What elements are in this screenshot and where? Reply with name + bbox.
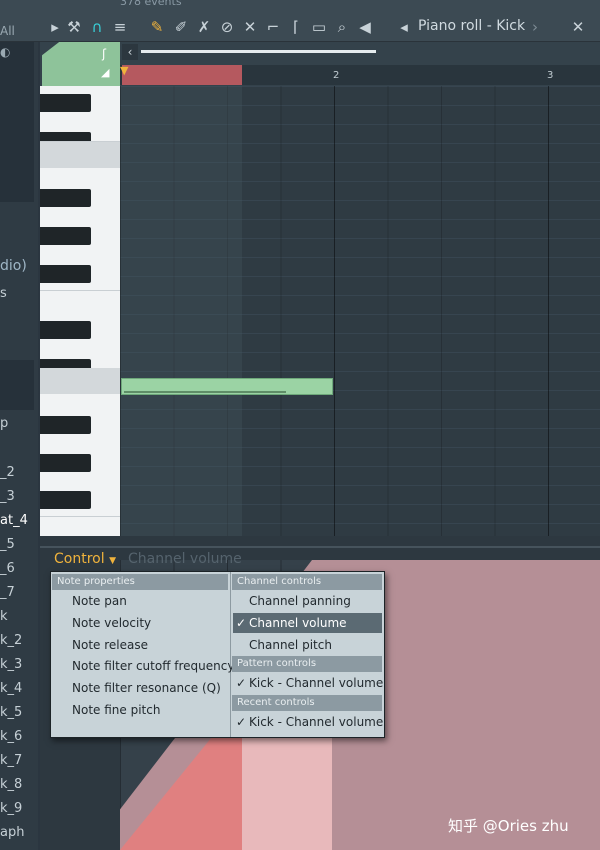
channel-list-item[interactable]: k_4 — [0, 681, 22, 696]
ruler-bar-number: 3 — [547, 70, 554, 81]
channel-list-item[interactable]: aph — [0, 825, 24, 840]
pencil-icon[interactable]: ✎ — [147, 17, 167, 37]
channel-list-item[interactable]: _7 — [0, 585, 15, 600]
playback-speaker-icon[interactable]: ◀ — [355, 17, 375, 37]
channel-list-item[interactable]: k_9 — [0, 801, 22, 816]
pattern-arrows-icon[interactable]: ◂ — [394, 17, 414, 37]
menu-item-label: Kick - Channel volume — [249, 676, 384, 690]
menu-item-label: Kick - Channel volume — [249, 715, 384, 729]
playhead-marker-icon[interactable]: ▼ — [120, 64, 128, 77]
black-key[interactable] — [40, 416, 91, 434]
menu-item-note-pan[interactable]: Note pan — [72, 591, 127, 611]
channel-list-item[interactable]: _6 — [0, 561, 15, 576]
channel-panel — [0, 42, 34, 202]
current-control-label: Channel volume — [128, 551, 242, 567]
channel-list-item[interactable]: k_2 — [0, 633, 22, 648]
channel-list-item[interactable]: at_4 — [0, 513, 28, 528]
checkmark-icon: ✓ — [235, 616, 247, 630]
black-key[interactable] — [40, 94, 91, 112]
select-tool-icon[interactable]: ⌈ — [286, 17, 306, 37]
menu-circle-icon[interactable]: ≡ — [110, 17, 130, 37]
channel-list-item[interactable]: p — [0, 416, 8, 431]
menu-item-channel-panning[interactable]: Channel panning — [233, 591, 382, 611]
watermark: 知乎 @Ories zhu — [448, 817, 569, 835]
menu-item-note-velocity[interactable]: Note velocity — [72, 613, 151, 633]
loop-shade — [120, 86, 242, 536]
resize-corner-icon: ◢ — [101, 66, 110, 79]
menu-item-note-filter-cutoff[interactable]: Note filter cutoff frequency — [72, 656, 234, 676]
zoom-tool-icon[interactable]: ▭ — [309, 17, 329, 37]
checkmark-icon: ✓ — [235, 715, 247, 729]
menu-item-label: Channel panning — [249, 594, 351, 608]
stamp-icon[interactable]: ʃ — [102, 47, 106, 61]
highlighted-key[interactable] — [40, 368, 120, 394]
scroll-left-icon[interactable]: ‹ — [122, 44, 138, 60]
channel-list-item[interactable]: _3 — [0, 489, 15, 504]
note-properties-tab[interactable] — [42, 42, 120, 86]
menu-item-channel-pitch[interactable]: Channel pitch — [233, 635, 382, 655]
channel-list-item[interactable]: k_7 — [0, 753, 22, 768]
piano-roll-title[interactable]: Piano roll - Kick — [418, 18, 525, 34]
black-key[interactable] — [40, 189, 91, 207]
black-key[interactable] — [40, 227, 91, 245]
channel-list-item[interactable]: _5 — [0, 537, 15, 552]
black-key[interactable] — [40, 491, 91, 509]
menu-item-label: Channel pitch — [249, 638, 332, 652]
play-arrow-icon[interactable]: ▸ — [45, 17, 65, 37]
menu-section-header: Recent controls — [232, 695, 382, 711]
control-dropdown[interactable]: Control ▼ — [54, 551, 116, 567]
piano-keyboard[interactable] — [40, 86, 122, 536]
menu-item-channel-volume[interactable]: ✓ Channel volume — [233, 613, 382, 633]
slice-tool-icon[interactable]: ⌐ — [263, 17, 283, 37]
note-velocity-line — [124, 391, 286, 393]
menu-item-note-release[interactable]: Note release — [72, 635, 148, 655]
mute-speaker-icon[interactable]: ✕ — [240, 17, 260, 37]
channel-icon: ◐ — [0, 45, 11, 59]
channel-list-item[interactable]: k_6 — [0, 729, 22, 744]
menu-section-header: Note properties — [52, 574, 228, 590]
menu-section-header: Pattern controls — [232, 656, 382, 672]
black-key[interactable] — [40, 454, 91, 472]
all-filter-label[interactable]: All — [0, 24, 15, 38]
channel-panel — [0, 360, 34, 410]
menu-item-note-fine-pitch[interactable]: Note fine pitch — [72, 700, 160, 720]
channel-list-item[interactable]: dio) — [0, 258, 27, 274]
delete-tool-icon[interactable]: ✗ — [194, 17, 214, 37]
horizontal-scrollbar[interactable] — [141, 50, 376, 53]
magnifier-icon[interactable]: ⌕ — [332, 17, 352, 37]
control-dropdown-label: Control — [54, 551, 105, 567]
magnet-icon[interactable]: ∩ — [87, 17, 107, 37]
paint-brush-icon[interactable]: ✐ — [171, 17, 191, 37]
wrench-icon[interactable]: ⚒ — [64, 17, 84, 37]
black-key[interactable] — [40, 265, 91, 283]
channel-list-item[interactable]: s — [0, 286, 7, 301]
channel-list-item[interactable]: k_3 — [0, 657, 22, 672]
lane-divider[interactable] — [40, 546, 600, 548]
menu-item-note-filter-resonance[interactable]: Note filter resonance (Q) — [72, 678, 221, 698]
channel-list-item[interactable]: k_8 — [0, 777, 22, 792]
channel-list-item[interactable]: k — [0, 609, 8, 624]
menu-item-label: Channel volume — [249, 616, 347, 630]
highlighted-key[interactable] — [40, 142, 120, 168]
channel-list-item[interactable]: _2 — [0, 465, 15, 480]
white-key[interactable] — [40, 290, 120, 291]
loop-region[interactable] — [122, 65, 242, 85]
menu-item-pattern-channel-volume[interactable]: ✓ Kick - Channel volume — [233, 673, 384, 693]
mute-tool-icon[interactable]: ⊘ — [217, 17, 237, 37]
white-key[interactable] — [40, 516, 120, 517]
chevron-down-icon: ▼ — [109, 556, 116, 566]
black-key[interactable] — [40, 321, 91, 339]
menu-column-divider — [230, 572, 231, 737]
channel-list-item[interactable]: k_5 — [0, 705, 22, 720]
menu-item-recent-channel-volume[interactable]: ✓ Kick - Channel volume — [233, 712, 384, 732]
menu-section-header: Channel controls — [232, 574, 382, 590]
ruler-bar-number: 2 — [333, 70, 340, 81]
events-count: 378 events — [120, 0, 182, 8]
close-icon[interactable]: ✕ — [568, 17, 588, 37]
chevron-right-icon[interactable]: › — [525, 17, 545, 37]
checkmark-icon: ✓ — [235, 676, 247, 690]
